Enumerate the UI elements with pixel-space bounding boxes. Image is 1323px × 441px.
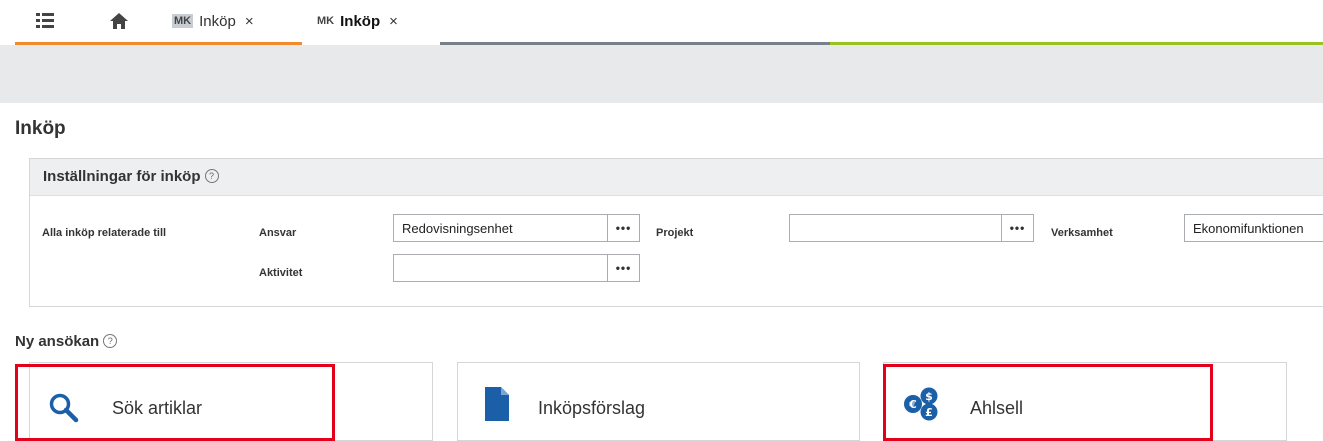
aktivitet-value[interactable]: [394, 255, 607, 281]
tab-inkop-2[interactable]: MK Inköp ×: [317, 0, 398, 42]
page-title: Inköp: [15, 118, 66, 139]
settings-panel-header: Inställningar för inköp?: [30, 159, 1323, 196]
card-inkopsforslag[interactable]: Inköpsförslag: [457, 362, 860, 441]
tab-label: Inköp: [340, 12, 381, 30]
tab-bar: MK Inköp × MK Inköp ×: [0, 0, 1323, 45]
toolbar-band: [0, 45, 1323, 103]
tab-label: Inköp: [199, 12, 236, 30]
new-application-title: Ny ansökan?: [15, 333, 118, 350]
aktivitet-field[interactable]: •••: [393, 254, 640, 282]
projekt-label: Projekt: [656, 227, 694, 239]
settings-panel: Inställningar för inköp? Alla inköp rela…: [29, 158, 1323, 307]
document-icon: [485, 387, 509, 421]
highlight-box-search: [15, 364, 335, 441]
home-icon[interactable]: [110, 0, 128, 42]
aktivitet-lookup-button[interactable]: •••: [607, 255, 639, 281]
close-icon[interactable]: ×: [389, 13, 398, 30]
verksamhet-value[interactable]: Ekonomifunktionen: [1185, 215, 1323, 241]
tab-inkop-1[interactable]: MK Inköp ×: [172, 0, 254, 42]
ansvar-label: Ansvar: [259, 227, 297, 239]
projekt-field[interactable]: •••: [789, 214, 1034, 242]
card-label: Inköpsförslag: [538, 398, 646, 418]
verksamhet-field[interactable]: Ekonomifunktionen: [1184, 214, 1323, 242]
ansvar-value[interactable]: Redovisningsenhet: [394, 215, 607, 241]
projekt-lookup-button[interactable]: •••: [1001, 215, 1033, 241]
highlight-box-ahlsell: [883, 364, 1213, 441]
aktivitet-label: Aktivitet: [259, 267, 303, 279]
related-to-label: Alla inköp relaterade till: [42, 227, 167, 239]
settings-title-text: Inställningar för inköp: [43, 168, 201, 185]
projekt-value[interactable]: [790, 215, 1001, 241]
new-application-title-text: Ny ansökan: [15, 333, 100, 350]
tab-badge: MK: [317, 15, 335, 27]
settings-title: Inställningar för inköp?: [43, 168, 219, 185]
verksamhet-label: Verksamhet: [1051, 227, 1113, 239]
help-icon[interactable]: ?: [204, 169, 219, 183]
ansvar-lookup-button[interactable]: •••: [607, 215, 639, 241]
tab-badge: MK: [172, 14, 194, 28]
ansvar-field[interactable]: Redovisningsenhet •••: [393, 214, 640, 242]
help-icon[interactable]: ?: [103, 334, 118, 348]
menu-grid-icon[interactable]: [36, 0, 54, 42]
close-icon[interactable]: ×: [245, 13, 254, 30]
